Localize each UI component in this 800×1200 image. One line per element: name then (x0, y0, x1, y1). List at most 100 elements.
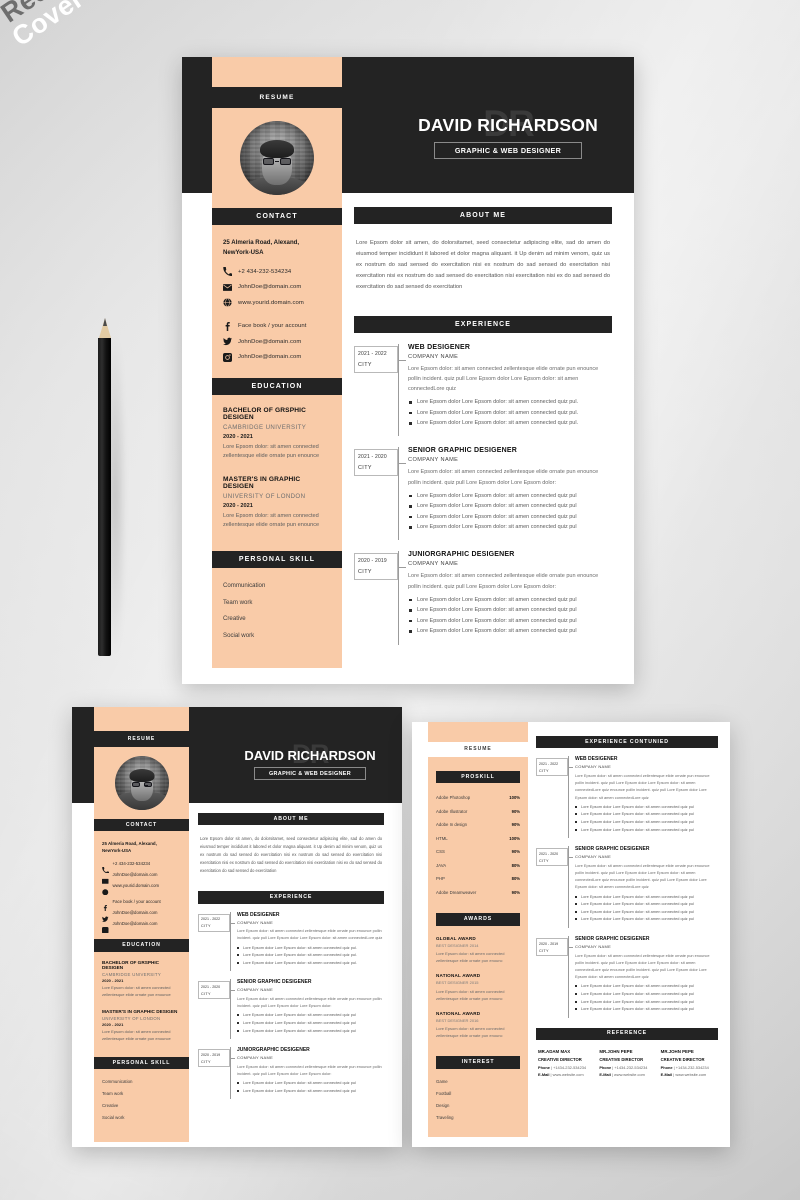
thumb1-contact-twitter: JohnDoe@domain.com (102, 909, 181, 922)
contact-phone: +2 434-232-534234 (112, 861, 151, 867)
experience-bullets: Lore Epsom dolor Lore Epsom dolor: sit a… (408, 491, 612, 533)
globe-icon (102, 882, 109, 896)
skill-row: Adobe In design 90% (436, 822, 520, 827)
skill-row: CSS 90% (436, 849, 520, 854)
list-item: Design (436, 1102, 450, 1108)
reference-email-label: E-Mail (599, 1071, 611, 1077)
contact-row-facebook[interactable]: Face book / your account (223, 321, 331, 331)
contact-row-twitter[interactable]: JohnDoe@domain.com (223, 337, 331, 346)
experience-detail: JUNIORGRAPHIC DESIGENER COMPANY NAME Lor… (398, 551, 612, 645)
address-line-2: NewYork-USA (223, 249, 264, 257)
experience-detail: WEB DESIGENER COMPANY NAME Lore Epsom do… (230, 911, 384, 972)
contact-row-phone[interactable]: +2 434-232-534234 (223, 267, 331, 277)
experience-datebox: 2021 - 2022 CITY (198, 913, 230, 932)
award-desc: Lore Epsom dolor: sit amen connected zel… (436, 1026, 505, 1039)
list-item: Team work (102, 1091, 124, 1097)
address-line-1: 25 Almeria Road, Alexand, (102, 841, 157, 847)
list-item: Lore Epsom dolor Lore Epsom dolor: sit a… (408, 397, 612, 407)
role-badge: GRAPHIC & WEB DESIGNER (434, 142, 582, 159)
skill-row: PHP 80% (436, 876, 520, 881)
page2-left-rail: RESUME PROSKILL Adobe Photoshop 100% Ado… (428, 722, 528, 1137)
experience-company: COMPANY NAME (408, 561, 459, 568)
contact-row-website[interactable]: www.yourid.domain.com (223, 298, 331, 307)
left-rail: RESUME CONTACT 25 Almeria Road, Alexand,… (212, 57, 342, 669)
award-item: NATIONAL AWARD BEST DESIGNER 2016 Lore E… (436, 1011, 520, 1040)
contact-facebook: Face book / your account (112, 899, 161, 905)
award-scope: GLOBAL AWARD (436, 935, 476, 941)
list-item: Social work (102, 1115, 125, 1121)
experience-bullets: Lore Epsom dolor Lore Epsom dolor: sit a… (237, 1079, 384, 1094)
experience-detail: JUNIORGRAPHIC DESIGENER COMPANY NAME Lor… (230, 1047, 384, 1100)
list-item: Communication (223, 582, 266, 590)
skill-row: JAVA 80% (436, 863, 520, 868)
thumb1-contact-facebook: Face book / your account (102, 898, 181, 912)
list-item: Lore Epsom dolor Lore Epsom dolor: sit a… (575, 990, 718, 998)
experience-years: 2020 - 2019 (358, 558, 387, 565)
list-item: Lore Epsom dolor Lore Epsom dolor: sit a… (237, 959, 384, 967)
education-years: 2020 - 2021 (223, 502, 253, 509)
experience-years: 2021 - 2020 (358, 454, 387, 461)
reference-grid: MR.ADAM MAX CREATIVE DIRECTOR Phone | +1… (536, 1040, 718, 1079)
experience-detail: SENIOR GRAPHIC DESIGENER COMPANY NAME Lo… (568, 846, 718, 929)
contact-row-email[interactable]: JohnDoe@domain.com (223, 283, 331, 292)
award-year: 2016 (469, 1017, 479, 1023)
experience-detail: WEB DESIGENER COMPANY NAME Lore Epsom do… (568, 756, 718, 839)
thumb1-role-badge: GRAPHIC & WEB DESIGNER (254, 767, 366, 780)
experience-detail: SENIOR GRAPHIC DESIGENER COMPANY NAME Lo… (230, 979, 384, 1040)
timeline-connector (568, 767, 573, 769)
experience-entry: 2021 - 2020 CITY SENIOR GRAPHIC DESIGENE… (354, 447, 612, 541)
thumb1-personal-skill-body: Communication Team work Creative Social … (94, 1069, 189, 1137)
education-degree: MASTER'S IN GRAPHIC DESIGEN (223, 476, 301, 491)
experience-meta: 2021 - 2020 CITY (536, 846, 573, 928)
avatar-wrap (212, 108, 342, 208)
education-desc: Lore Epsom dolor: sit amen connected zel… (102, 985, 171, 998)
experience-datebox: 2020 - 2019 CITY (536, 938, 568, 957)
experience-entry: 2020 - 2019 CITY JUNIORGRAPHIC DESIGENER… (354, 551, 612, 645)
globe-icon (223, 298, 232, 307)
experience-city: CITY (201, 991, 211, 996)
education-school: UNIVERSITY OF LONDON (102, 1015, 161, 1021)
experience-entry: 2020 - 2019 CITY JUNIORGRAPHIC DESIGENER… (198, 1047, 384, 1100)
resume-thumbnail-page-1[interactable]: DR DAVID RICHARDSON GRAPHIC & WEB DESIGN… (72, 707, 402, 1147)
skill-row: Adobe Photoshop 100% (436, 795, 520, 800)
reference-phone-value: +1434-232-534234 (553, 1064, 587, 1070)
experience-detail: SENIOR GRAPHIC DESIGENER COMPANY NAME Lo… (398, 447, 612, 541)
experience-years: 2020 - 2019 (539, 941, 559, 946)
timeline-connector (568, 857, 573, 859)
contact-body: 25 Almeria Road, Alexand, NewYork-USA +2… (212, 225, 342, 378)
experience-title: JUNIORGRAPHIC DESIGENER (408, 551, 515, 559)
education-item: MASTER'S IN GRAPHIC DESIGEN UNIVERSITY O… (102, 1009, 181, 1043)
reference-role: CREATIVE DIRECTOR (599, 1056, 644, 1062)
thumb1-contact-phone: +2 434-232-534234 (102, 860, 181, 874)
resume-thumbnail-page-2[interactable]: RESUME PROSKILL Adobe Photoshop 100% Ado… (412, 722, 730, 1147)
timeline-connector (398, 359, 406, 361)
award-title: BEST DESIGNER 2016 (436, 1018, 520, 1023)
facebook-icon (223, 321, 232, 331)
rail-top-accent-box (212, 57, 342, 87)
reference-item: MR.ADAM MAX CREATIVE DIRECTOR Phone | +1… (538, 1049, 593, 1079)
reference-email: E-Mail | www.website.com (538, 1071, 584, 1077)
thumb1-address: 25 Almeria Road, Alexand, NewYork-USA (102, 840, 181, 854)
resume-label: RESUME (259, 94, 295, 101)
page2-rail-accent (428, 722, 528, 742)
award-item: GLOBAL AWARD BEST DESIGNER 2014 Lore Eps… (436, 936, 520, 965)
instagram-icon (223, 352, 232, 362)
timeline-connector (398, 463, 406, 465)
award-title: BEST DESIGNER 2014 (436, 943, 520, 948)
skill-name: Adobe Photoshop (436, 795, 471, 801)
experience-title: SENIOR GRAPHIC DESIGENER (237, 979, 312, 986)
skill-name: Adobe Dreamweaver (436, 889, 477, 895)
resume-page-main: DR DAVID RICHARDSON GRAPHIC & WEB DESIGN… (182, 57, 634, 684)
list-item: Lore Epsom dolor Lore Epsom dolor: sit a… (575, 1005, 718, 1013)
avatar (240, 121, 314, 195)
list-item: Lore Epsom dolor Lore Epsom dolor: sit a… (237, 1079, 384, 1087)
list-item: Lore Epsom dolor Lore Epsom dolor: sit a… (237, 944, 384, 952)
pencil-tip (98, 318, 111, 338)
award-title: BEST DESIGNER 2015 (436, 980, 520, 985)
experience-detail: WEB DESIGENER COMPANY NAME Lore Epsom do… (398, 343, 612, 437)
thumb1-section-about: ABOUT ME (198, 813, 384, 826)
contact-row-instagram[interactable]: JohnDoe@domain.com (223, 352, 331, 362)
address-line-2: NewYork-USA (102, 848, 132, 854)
reference-email-value: www.website.com (675, 1071, 707, 1077)
page2-proskill-wrap: PROSKILL Adobe Photoshop 100% Adobe Illu… (428, 771, 528, 1120)
